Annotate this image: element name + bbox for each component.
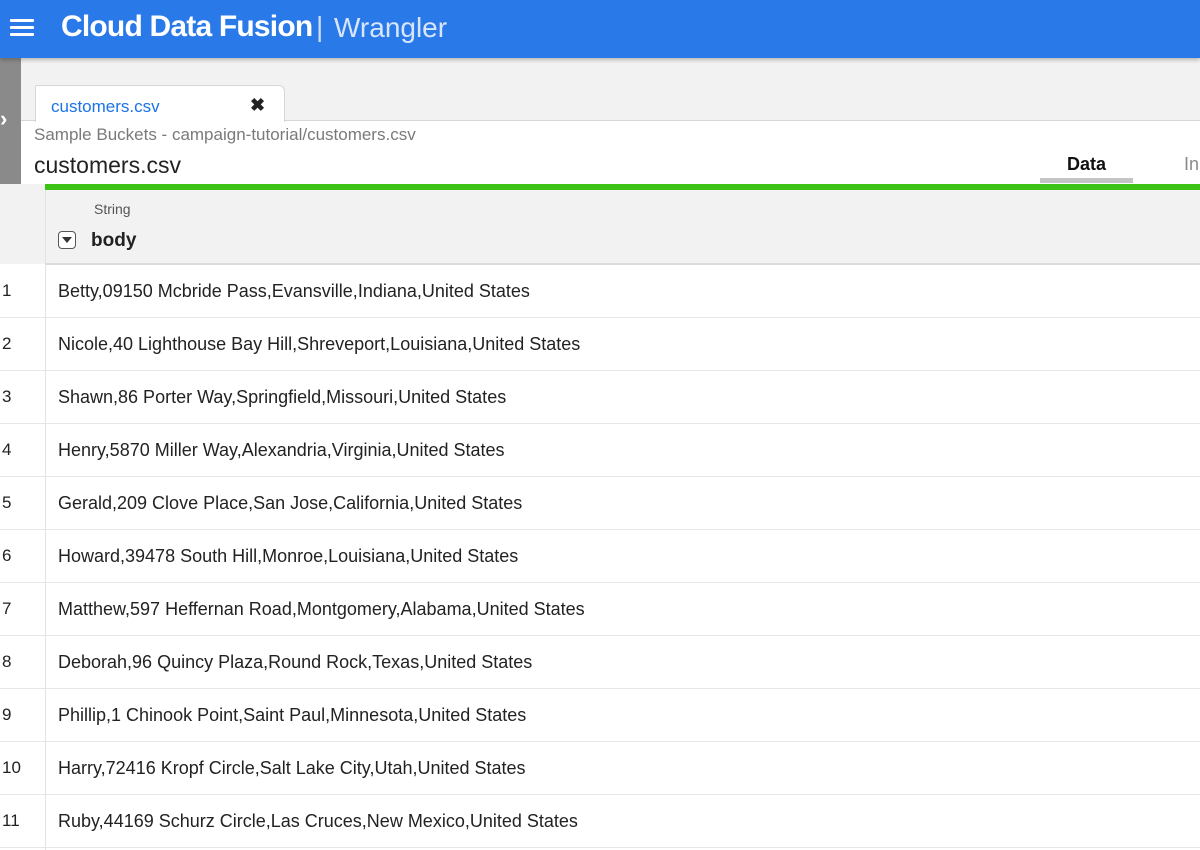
column-header-body: String body [46,190,1200,265]
row-number: 8 [2,652,12,671]
table-cell[interactable]: Ruby,44169 Schurz Circle,Las Cruces,New … [58,795,578,847]
column-type-label: String [94,201,131,217]
row-number: 6 [2,546,12,565]
row-number: 10 [2,758,21,777]
workspace-header: customers.csv ✖ Sample Buckets - campaig… [21,58,1200,184]
table-row: 7 Matthew,597 Heffernan Road,Montgomery,… [0,583,1200,636]
top-app-bar: Cloud Data Fusion | Wrangler [0,0,1200,58]
page-title: customers.csv [34,152,181,178]
table-cell[interactable]: Howard,39478 South Hill,Monroe,Louisiana… [58,530,518,582]
tab-data[interactable]: Data [1040,154,1133,183]
app-title: Cloud Data Fusion [61,10,313,43]
breadcrumb: Sample Buckets - campaign-tutorial/custo… [34,125,416,144]
tab-label: customers.csv [51,97,160,116]
table-cell[interactable]: Nicole,40 Lighthouse Bay Hill,Shreveport… [58,318,580,370]
data-table: 1 Betty,09150 Mcbride Pass,Evansville,In… [0,265,1200,848]
table-row: 10 Harry,72416 Kropf Circle,Salt Lake Ci… [0,742,1200,795]
row-number: 3 [2,387,12,406]
table-cell[interactable]: Phillip,1 Chinook Point,Saint Paul,Minne… [58,689,526,741]
table-row: 2 Nicole,40 Lighthouse Bay Hill,Shrevepo… [0,318,1200,371]
table-row: 1 Betty,09150 Mcbride Pass,Evansville,In… [0,265,1200,318]
table-cell[interactable]: Betty,09150 Mcbride Pass,Evansville,Indi… [58,265,530,317]
sidebar-toggle[interactable]: › [0,58,21,184]
caret-down-icon[interactable] [58,231,76,249]
row-number: 7 [2,599,12,618]
tab-customers-csv[interactable]: customers.csv ✖ [35,85,285,122]
row-number: 9 [2,705,12,724]
table-row: 6 Howard,39478 South Hill,Monroe,Louisia… [0,530,1200,583]
table-cell[interactable]: Deborah,96 Quincy Plaza,Round Rock,Texas… [58,636,532,688]
table-row: 4 Henry,5870 Miller Way,Alexandria,Virgi… [0,424,1200,477]
table-row: 3 Shawn,86 Porter Way,Springfield,Missou… [0,371,1200,424]
table-row: 9 Phillip,1 Chinook Point,Saint Paul,Min… [0,689,1200,742]
table-row: 8 Deborah,96 Quincy Plaza,Round Rock,Tex… [0,636,1200,689]
title-separator: | [316,11,324,42]
chevron-right-icon: › [0,106,8,131]
row-number: 2 [2,334,12,353]
table-cell[interactable]: Gerald,209 Clove Place,San Jose,Californ… [58,477,522,529]
close-icon[interactable]: ✖ [250,96,265,114]
table-cell[interactable]: Harry,72416 Kropf Circle,Salt Lake City,… [58,742,526,794]
table-cell[interactable]: Matthew,597 Heffernan Road,Montgomery,Al… [58,583,585,635]
table-row: 5 Gerald,209 Clove Place,San Jose,Califo… [0,477,1200,530]
row-number: 5 [2,493,12,512]
row-number: 11 [2,811,20,830]
hamburger-menu-icon[interactable] [8,17,36,39]
app-subtitle: Wrangler [334,12,448,43]
row-number: 4 [2,440,12,459]
table-row: 11 Ruby,44169 Schurz Circle,Las Cruces,N… [0,795,1200,848]
column-name: body [91,230,137,251]
table-cell[interactable]: Shawn,86 Porter Way,Springfield,Missouri… [58,371,506,423]
tab-strip: customers.csv ✖ [21,58,1200,122]
tab-insights[interactable]: In [1184,154,1199,175]
row-number: 1 [2,281,12,300]
gutter-header [0,184,45,264]
table-cell[interactable]: Henry,5870 Miller Way,Alexandria,Virgini… [58,424,505,476]
